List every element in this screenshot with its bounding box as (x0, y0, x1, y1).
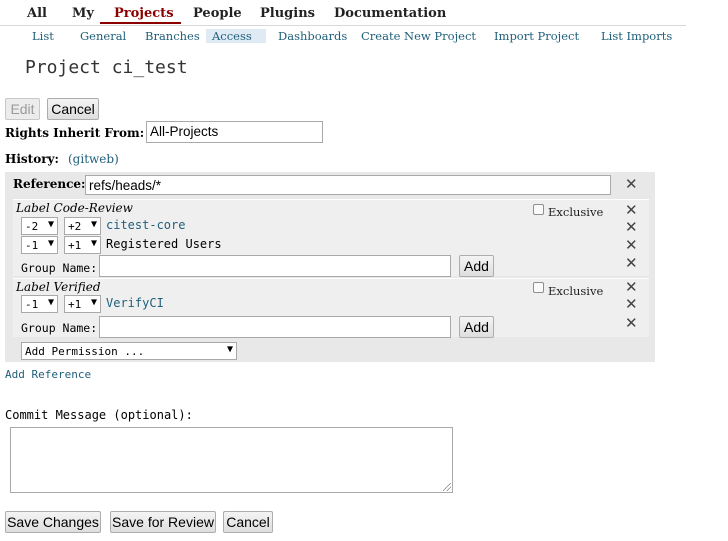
rule-min-select[interactable]: -1 ▼ (21, 236, 58, 254)
page-title: Project ci_test (25, 57, 188, 78)
remove-permission-icon[interactable]: ✕ (625, 280, 638, 295)
add-permission-select[interactable]: Add Permission ... ▼ (21, 342, 237, 360)
cancel-bottom-button[interactable]: Cancel (223, 511, 273, 533)
reference-label: Reference: (13, 177, 86, 191)
save-for-review-button[interactable]: Save for Review (110, 511, 216, 533)
dropdown-arrow-icon: ▼ (90, 238, 97, 249)
add-reference-link[interactable]: Add Reference (5, 368, 91, 381)
rights-inherit-field[interactable]: All-Projects (146, 121, 323, 143)
active-menu-underline (100, 22, 181, 24)
exclusive-label: Exclusive (548, 205, 604, 219)
remove-row-icon[interactable]: ✕ (625, 256, 638, 271)
menu-projects[interactable]: Projects (114, 6, 174, 21)
rule-min-value: -1 (25, 297, 39, 311)
dropdown-arrow-icon: ▼ (90, 297, 97, 308)
rule-max-select[interactable]: +2 ▼ (64, 217, 101, 235)
dropdown-arrow-icon: ▼ (90, 219, 97, 230)
rule-max-select[interactable]: +1 ▼ (64, 295, 101, 313)
rule-group-link[interactable]: citest-core (106, 218, 185, 232)
resize-grip-icon[interactable] (443, 483, 451, 491)
permission-verified: Label Verified Exclusive ✕ -1 ▼ +1 ▼ Verif… (13, 278, 649, 338)
rule-max-value: +1 (68, 238, 82, 252)
exclusive-checkbox[interactable] (533, 204, 544, 215)
rule-max-select[interactable]: +1 ▼ (64, 236, 101, 254)
reference-field[interactable]: refs/heads/* (85, 175, 611, 195)
cancel-button[interactable]: Cancel (47, 98, 99, 120)
submenu-branches[interactable]: Branches (145, 29, 200, 43)
rule-group-link[interactable]: VerifyCI (106, 296, 164, 310)
group-name-label: Group Name: (21, 321, 98, 335)
menu-all[interactable]: All (27, 6, 47, 21)
submenu-access[interactable]: Access (206, 29, 266, 43)
remove-rule-icon[interactable]: ✕ (625, 238, 638, 253)
dropdown-arrow-icon: ▼ (47, 297, 54, 308)
add-group-button[interactable]: Add (459, 316, 494, 338)
remove-permission-icon[interactable]: ✕ (625, 203, 638, 218)
exclusive-checkbox[interactable] (533, 282, 544, 293)
history-label: History: (5, 152, 59, 166)
gitweb-link[interactable]: (gitweb) (68, 152, 119, 166)
menu-documentation[interactable]: Documentation (334, 6, 446, 21)
dropdown-arrow-icon: ▼ (47, 219, 54, 230)
add-permission-value: Add Permission ... (25, 344, 145, 358)
remove-row-icon[interactable]: ✕ (625, 316, 638, 331)
rule-min-select[interactable]: -1 ▼ (21, 295, 58, 313)
group-name-field[interactable] (99, 255, 451, 277)
menu-my[interactable]: My (72, 6, 94, 21)
submenu-import-project[interactable]: Import Project (494, 29, 579, 43)
permission-title: Label Verified (16, 280, 101, 294)
submenu-list[interactable]: List (32, 29, 54, 43)
edit-button[interactable]: Edit (5, 98, 40, 120)
permission-title: Label Code-Review (16, 201, 133, 215)
menu-people[interactable]: People (193, 6, 242, 21)
commit-message-field[interactable] (10, 427, 453, 493)
submenu-list-imports[interactable]: List Imports (601, 29, 672, 43)
rule-max-value: +2 (68, 219, 82, 233)
rule-min-value: -1 (25, 238, 39, 252)
rule-max-value: +1 (68, 297, 82, 311)
menu-divider (0, 25, 686, 26)
access-section: Reference: refs/heads/* ✕ Label Code-Rev… (5, 172, 655, 362)
rule-min-select[interactable]: -2 ▼ (21, 217, 58, 235)
dropdown-arrow-icon: ▼ (47, 238, 54, 249)
menu-plugins[interactable]: Plugins (260, 6, 315, 21)
group-name-field[interactable] (99, 316, 451, 338)
submenu-create-new-project[interactable]: Create New Project (361, 29, 476, 43)
group-name-label: Group Name: (21, 261, 98, 275)
rights-inherit-label: Rights Inherit From: (5, 126, 145, 140)
save-changes-button[interactable]: Save Changes (5, 511, 101, 533)
remove-reference-icon[interactable]: ✕ (625, 177, 638, 192)
add-group-button[interactable]: Add (459, 255, 494, 277)
dropdown-arrow-icon: ▼ (226, 344, 233, 355)
submenu-general[interactable]: General (80, 29, 126, 43)
commit-message-label: Commit Message (optional): (5, 408, 193, 422)
remove-rule-icon[interactable]: ✕ (625, 220, 638, 235)
rule-min-value: -2 (25, 219, 39, 233)
rule-group-name: Registered Users (106, 237, 222, 251)
permission-code-review: Label Code-Review Exclusive ✕ -2 ▼ +2 ▼ ci… (13, 199, 649, 277)
submenu-dashboards[interactable]: Dashboards (278, 29, 347, 43)
remove-rule-icon[interactable]: ✕ (625, 297, 638, 312)
exclusive-label: Exclusive (548, 284, 604, 298)
